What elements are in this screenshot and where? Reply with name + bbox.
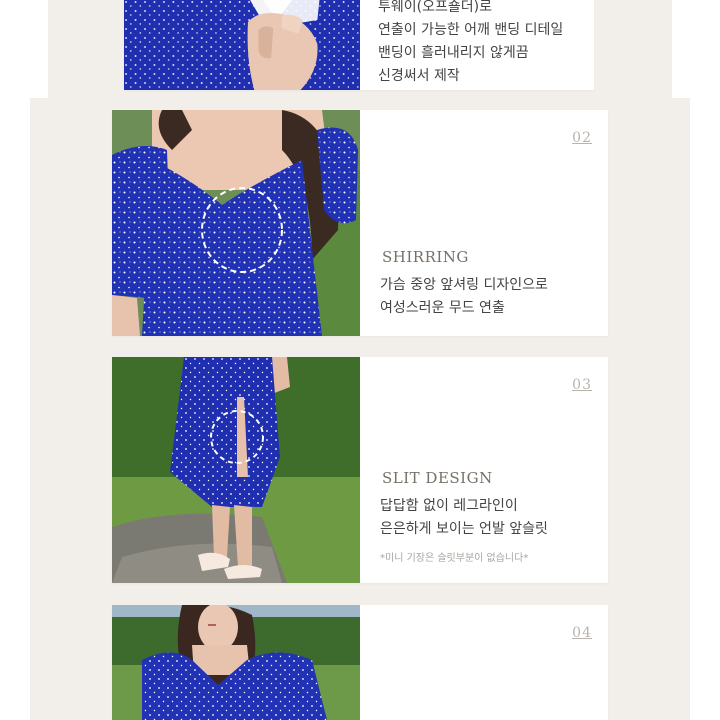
shirring-photo-graphic	[112, 110, 360, 336]
product-photo-shirring	[112, 110, 360, 336]
detail-card-2: 02 SHIRRING 가슴 중앙 앞셔링 디자인으로 여성스러운 무드 연출	[112, 110, 608, 336]
card-3-line: 은은하게 보이는 언발 앞슬릿	[380, 521, 548, 537]
card-1-line: 연출이 가능한 어깨 밴딩 디테일	[378, 22, 564, 38]
front-photo-graphic	[112, 605, 360, 720]
card-2-description: 가슴 중앙 앞셔링 디자인으로 여성스러운 무드 연출	[380, 274, 548, 320]
card-1-line: 밴딩이 흘러내리지 않게끔	[378, 45, 529, 61]
card-3-number: 03	[572, 377, 592, 393]
card-4-number: 04	[572, 625, 592, 641]
product-photo-slit	[112, 357, 360, 583]
shoulder-photo-graphic	[124, 0, 360, 90]
detail-card-3: 03 SLIT DESIGN 답답함 없이 레그라인이 은은하게 보이는 언발 …	[112, 357, 608, 583]
card-1-line: 신경써서 제작	[378, 68, 460, 84]
card-4-text: 04	[360, 605, 608, 720]
card-3-note: *미니 기장은 슬릿부분이 없습니다*	[380, 553, 529, 564]
card-2-line: 가슴 중앙 앞셔링 디자인으로	[380, 277, 548, 293]
slit-photo-graphic	[112, 357, 360, 583]
card-2-number: 02	[572, 130, 592, 146]
card-1-description: 투웨이(오프숄더)로 연출이 가능한 어깨 밴딩 디테일 밴딩이 흘러내리지 않…	[378, 0, 563, 88]
detail-card-1: 투웨이(오프숄더)로 연출이 가능한 어깨 밴딩 디테일 밴딩이 흘러내리지 않…	[124, 0, 594, 90]
detail-card-4: 04	[112, 605, 608, 720]
card-3-text: 03 SLIT DESIGN 답답함 없이 레그라인이 은은하게 보이는 언발 …	[360, 357, 608, 583]
card-2-line: 여성스러운 무드 연출	[380, 300, 505, 316]
product-photo-shoulder	[124, 0, 360, 90]
card-3-title: SLIT DESIGN	[382, 469, 493, 487]
card-1-text: 투웨이(오프숄더)로 연출이 가능한 어깨 밴딩 디테일 밴딩이 흘러내리지 않…	[360, 0, 594, 90]
product-photo-front	[112, 605, 360, 720]
card-2-title: SHIRRING	[382, 248, 469, 266]
card-1-line: 투웨이(오프숄더)로	[378, 0, 492, 15]
card-3-description: 답답함 없이 레그라인이 은은하게 보이는 언발 앞슬릿	[380, 495, 548, 541]
card-2-text: 02 SHIRRING 가슴 중앙 앞셔링 디자인으로 여성스러운 무드 연출	[360, 110, 608, 336]
card-3-line: 답답함 없이 레그라인이	[380, 498, 518, 514]
